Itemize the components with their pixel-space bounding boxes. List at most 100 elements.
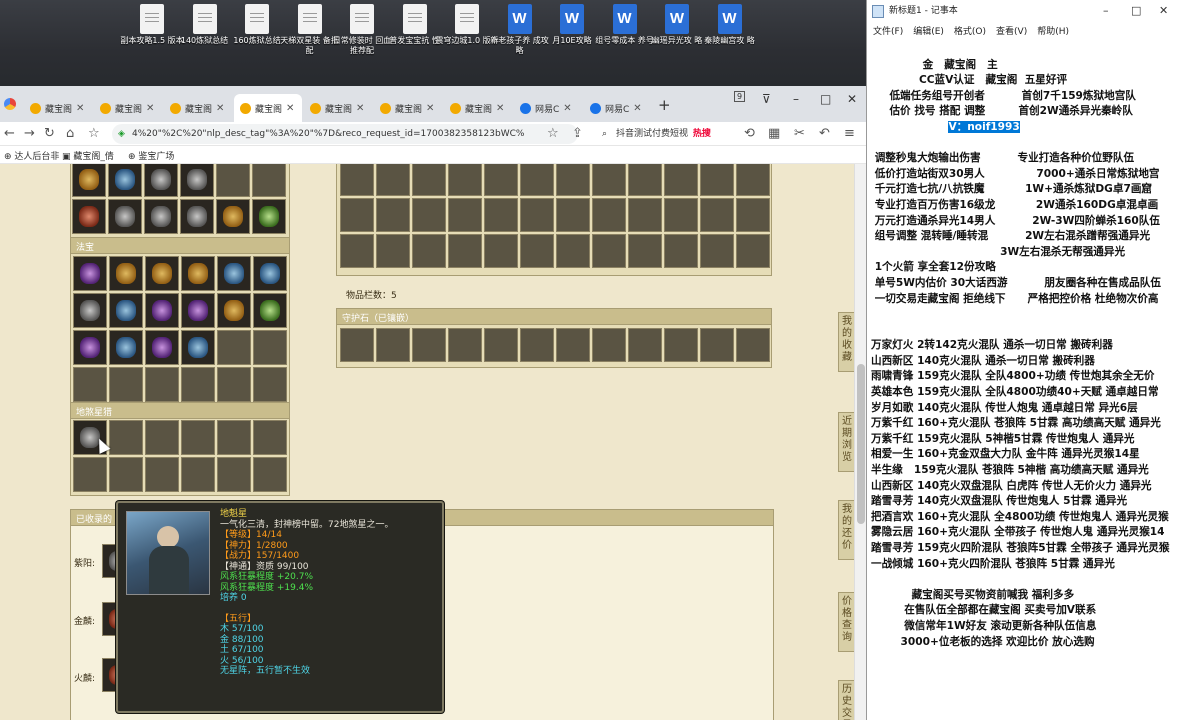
scrollbar-thumb[interactable] xyxy=(857,364,865,524)
item-slot[interactable] xyxy=(252,199,286,234)
scissors-icon[interactable]: ✂ xyxy=(794,126,805,141)
word-document-icon: W xyxy=(507,4,532,34)
forward-icon[interactable]: → xyxy=(24,126,35,141)
guard-stone-title: 守护石（已镶嵌） xyxy=(337,309,771,325)
bookmark-item[interactable]: ▣ 藏宝阁_倩 xyxy=(62,149,114,162)
empty-slot xyxy=(664,198,698,232)
minimize-icon[interactable]: – xyxy=(1103,0,1109,22)
item-slot[interactable] xyxy=(216,199,250,234)
item-slot[interactable] xyxy=(180,199,214,234)
page-scrollbar[interactable] xyxy=(854,164,866,720)
tab-count-badge[interactable]: 9 xyxy=(734,91,746,102)
tab-close-icon[interactable]: ✕ xyxy=(426,103,434,114)
maximize-window-icon[interactable]: □ xyxy=(820,92,831,106)
menu-icon[interactable]: ≡ xyxy=(844,126,855,141)
item-slot[interactable] xyxy=(144,164,178,197)
search-box[interactable]: ⌕ 抖音测试付费短视 热搜 xyxy=(598,124,738,144)
extension-icon[interactable]: ⟲ xyxy=(744,126,755,141)
tooltip-zhanli: 【战力】157/1400 xyxy=(220,551,300,561)
share-icon[interactable]: ⇪ xyxy=(572,126,583,141)
undo-icon[interactable]: ↶ xyxy=(819,126,830,141)
tab-close-icon[interactable]: ✕ xyxy=(216,103,224,114)
empty-slot xyxy=(253,457,287,492)
item-slot[interactable] xyxy=(145,330,179,365)
item-slot[interactable] xyxy=(109,256,143,291)
notepad-menu-item[interactable]: 编辑(E) xyxy=(913,27,944,37)
item-slot[interactable] xyxy=(73,256,107,291)
browser-tab[interactable]: 网易C ✕ xyxy=(584,94,652,122)
text-file-icon xyxy=(140,4,164,34)
tab-close-icon[interactable]: ✕ xyxy=(356,103,364,114)
browser-tab[interactable]: 藏宝阁 ✕ xyxy=(234,94,302,122)
tab-close-icon[interactable]: ✕ xyxy=(76,103,84,114)
item-slot[interactable] xyxy=(108,199,142,234)
browser-tab[interactable]: 网易C ✕ xyxy=(514,94,582,122)
item-slot[interactable] xyxy=(73,293,107,328)
item-slot[interactable] xyxy=(73,330,107,365)
notepad-menu-item[interactable]: 格式(O) xyxy=(954,27,986,37)
shirt-icon[interactable]: ⊽ xyxy=(762,92,771,106)
item-slot[interactable] xyxy=(180,164,214,197)
browser-tab[interactable]: 藏宝阁 ✕ xyxy=(24,94,92,122)
notepad-selected-text[interactable]: V：noif1993 xyxy=(948,120,1020,133)
url-input[interactable]: ◈ 4%20"%2C%20"nlp_desc_tag"%3A%20"%7D&re… xyxy=(112,124,578,144)
empty-slot xyxy=(73,367,107,402)
browser-tab[interactable]: 藏宝阁 ✕ xyxy=(94,94,162,122)
item-slot[interactable] xyxy=(109,330,143,365)
item-slot[interactable] xyxy=(181,330,215,365)
item-slot[interactable] xyxy=(181,256,215,291)
notepad-menu-item[interactable]: 查看(V) xyxy=(996,27,1027,37)
item-slot[interactable] xyxy=(253,256,287,291)
browser-tab[interactable]: 藏宝阁 ✕ xyxy=(304,94,372,122)
notepad-line: V：noif1993 xyxy=(871,120,1181,136)
reload-icon[interactable]: ↻ xyxy=(44,126,55,141)
item-slot[interactable] xyxy=(217,256,251,291)
item-slot[interactable] xyxy=(217,293,251,328)
item-slot[interactable] xyxy=(109,293,143,328)
maximize-icon[interactable]: □ xyxy=(1131,0,1141,22)
notepad-line: 藏宝阁买号买物资前喊我 福利多多 xyxy=(871,588,1075,601)
desktop-file-icon[interactable]: W 秦陵幽宫攻 略 xyxy=(698,4,762,46)
notepad-line: 踏雪寻芳 140克火双盘混队 传世炮鬼人 5甘霖 通异光 xyxy=(871,495,1128,508)
back-icon[interactable]: ← xyxy=(4,126,15,141)
item-slot[interactable] xyxy=(253,293,287,328)
notepad-menu-item[interactable]: 帮助(H) xyxy=(1037,27,1069,37)
tab-close-icon[interactable]: ✕ xyxy=(286,103,294,114)
tab-close-icon[interactable]: ✕ xyxy=(496,103,504,114)
browser-tab[interactable]: 藏宝阁 ✕ xyxy=(374,94,442,122)
bookmark-item[interactable]: ⊕ 鉴宝广场 xyxy=(128,149,174,162)
notepad-line: 万紫千红 160+克火混队 苍狼阵 5甘霖 高功绩高天赋 通异光 xyxy=(871,417,1161,430)
item-slot[interactable] xyxy=(72,199,106,234)
tooltip-bonus-2: 风系狂暴程度 +19.4% xyxy=(220,582,313,593)
new-tab-button[interactable]: + xyxy=(658,96,671,114)
item-slot[interactable] xyxy=(144,199,178,234)
notepad-menu-item[interactable]: 文件(F) xyxy=(873,27,903,37)
item-slot[interactable] xyxy=(181,293,215,328)
item-slot[interactable] xyxy=(145,293,179,328)
empty-slot xyxy=(484,164,518,196)
empty-slot xyxy=(592,328,626,362)
empty-slot xyxy=(556,234,590,268)
browser-tab[interactable]: 藏宝阁 ✕ xyxy=(444,94,512,122)
item-slot[interactable] xyxy=(145,256,179,291)
item-slot[interactable] xyxy=(108,164,142,197)
tooltip-peiyang: 培养 0 xyxy=(220,593,247,603)
item-slot[interactable] xyxy=(72,164,106,197)
tab-close-icon[interactable]: ✕ xyxy=(633,103,641,114)
close-icon[interactable]: ✕ xyxy=(1159,0,1168,22)
home-icon[interactable]: ⌂ xyxy=(66,126,74,141)
tab-close-icon[interactable]: ✕ xyxy=(146,103,154,114)
bookmark-star-icon[interactable]: ☆ xyxy=(88,126,100,141)
close-window-icon[interactable]: ✕ xyxy=(847,92,857,106)
tab-label: 藏宝阁 xyxy=(115,104,143,115)
browser-logo-icon[interactable] xyxy=(4,98,16,110)
favorite-star-icon[interactable]: ☆ xyxy=(547,126,559,141)
notepad-text-area[interactable]: 金 藏宝阁 主 CC蓝V认证 藏宝阁 五星好评 低端任务组号开创者 首创7千15… xyxy=(871,42,1181,720)
browser-tab[interactable]: 藏宝阁 ✕ xyxy=(164,94,232,122)
minimize-window-icon[interactable]: – xyxy=(793,92,799,106)
empty-slot xyxy=(252,164,286,197)
bookmark-item[interactable]: ⊕ 达人后台非 xyxy=(4,149,59,162)
tab-close-icon[interactable]: ✕ xyxy=(563,103,571,114)
notepad-line: 岁月如歌 140克火混队 传世人炮鬼 通卓越日常 异光6层 xyxy=(871,401,1138,414)
grid-icon[interactable]: ▦ xyxy=(768,126,780,141)
